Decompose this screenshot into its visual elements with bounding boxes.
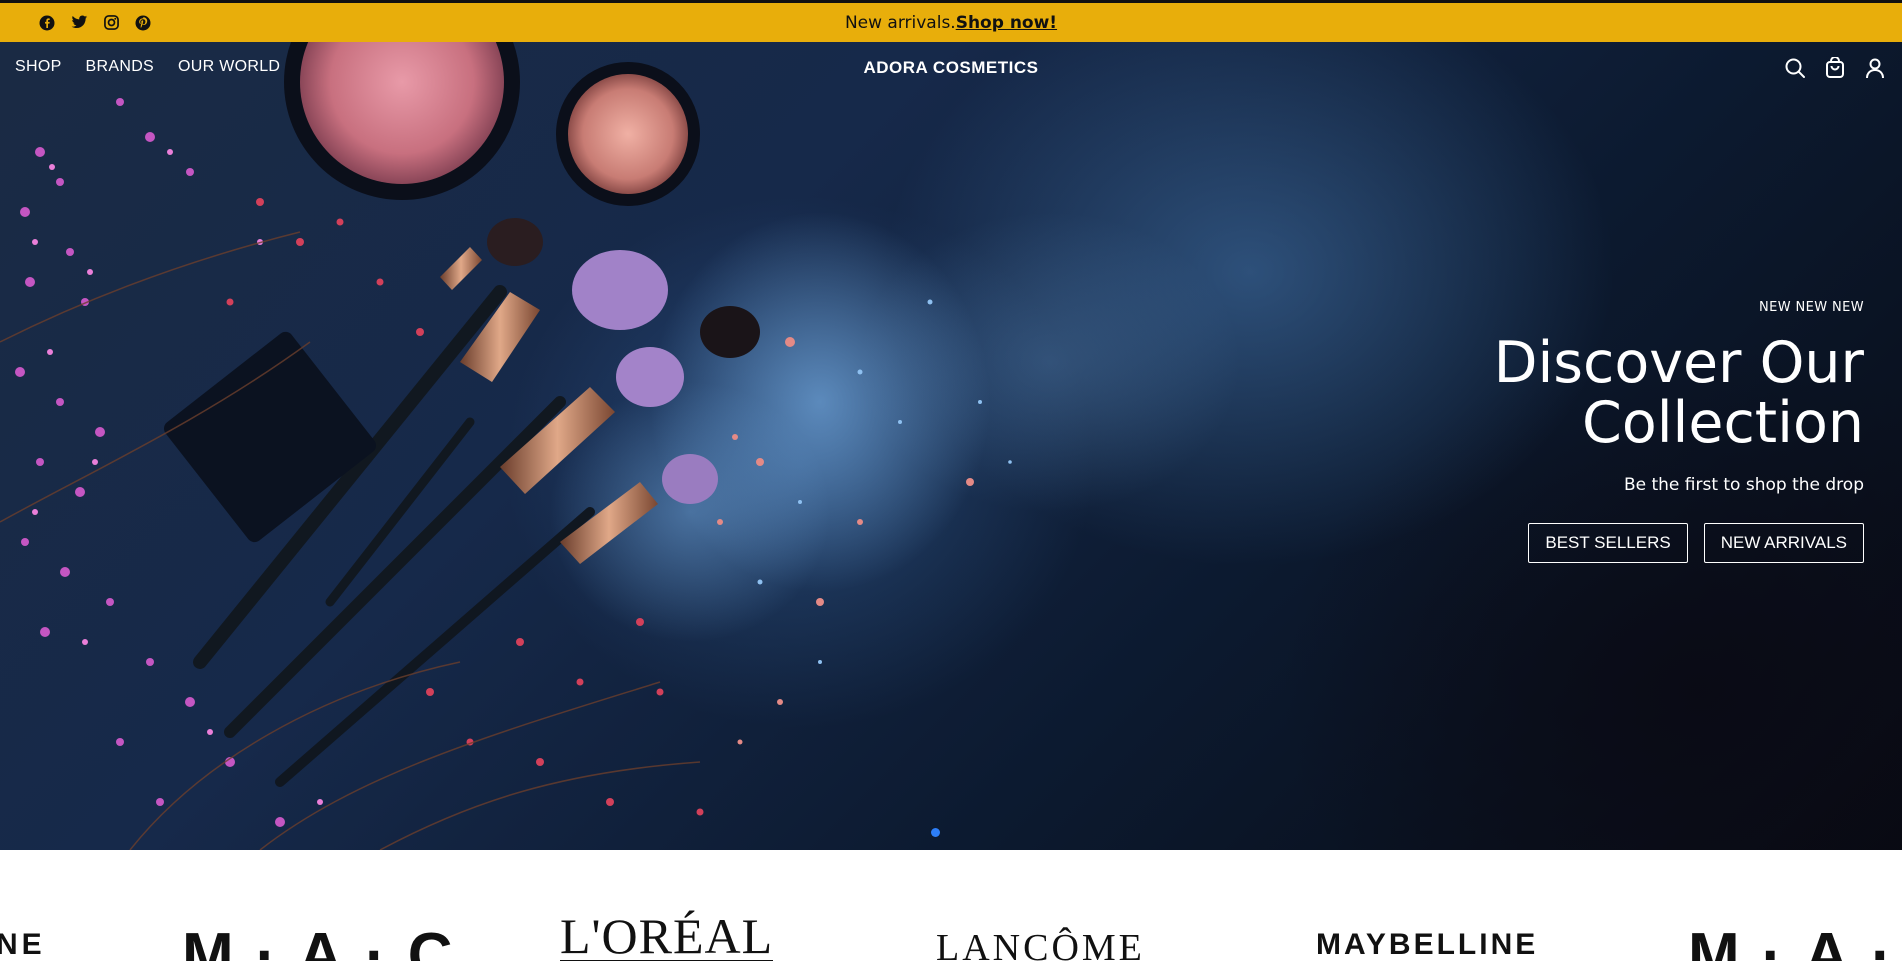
hero-headline: Discover Our Collection bbox=[1493, 330, 1864, 456]
utility-nav bbox=[1784, 57, 1886, 79]
announcement-text: New arrivals. bbox=[844, 12, 956, 33]
site-logo[interactable]: ADORA COSMETICS bbox=[864, 58, 1039, 77]
nav-item-our-world[interactable]: OUR WORLD bbox=[178, 58, 280, 76]
brand-logo-strip: NE M·A·C L'ORÉAL LANCÔME MAYBELLINE M·A·… bbox=[0, 850, 1902, 961]
brand-logo-mac[interactable]: M·A·C bbox=[182, 925, 475, 961]
primary-nav: SHOP BRANDS OUR WORLD bbox=[15, 58, 280, 76]
announcement-message: New arrivals. Shop now! bbox=[845, 13, 1057, 33]
slide-indicator-dot[interactable] bbox=[931, 828, 940, 837]
account-icon[interactable] bbox=[1864, 57, 1886, 79]
hero-cta-group: BEST SELLERS NEW ARRIVALS bbox=[1444, 523, 1864, 563]
instagram-icon[interactable] bbox=[102, 14, 120, 32]
brand-logo-maybelline[interactable]: MAYBELLINE bbox=[1316, 928, 1538, 961]
nav-item-brands[interactable]: BRANDS bbox=[86, 58, 154, 76]
brand-logo-loreal[interactable]: L'ORÉAL bbox=[560, 911, 774, 961]
search-icon[interactable] bbox=[1784, 57, 1806, 79]
hero-subheadline: Be the first to shop the drop bbox=[1623, 475, 1864, 495]
social-links bbox=[38, 3, 152, 42]
hero-copy: NEW NEW NEW Discover Our Collection Be t… bbox=[1444, 300, 1864, 563]
twitter-icon[interactable] bbox=[70, 14, 88, 32]
cart-icon[interactable] bbox=[1824, 57, 1846, 79]
announcement-bar: New arrivals. Shop now! bbox=[0, 0, 1902, 42]
brand-logo-partial[interactable]: NE bbox=[0, 928, 46, 961]
best-sellers-button[interactable]: BEST SELLERS bbox=[1528, 523, 1688, 563]
brand-logo-mac[interactable]: M·A·C bbox=[1688, 925, 1902, 961]
pinterest-icon[interactable] bbox=[134, 14, 152, 32]
brand-logo-lancome[interactable]: LANCÔME bbox=[936, 926, 1145, 961]
facebook-icon[interactable] bbox=[38, 14, 56, 32]
hero-eyebrow: NEW NEW NEW bbox=[1758, 300, 1864, 315]
nav-item-shop[interactable]: SHOP bbox=[15, 58, 62, 76]
new-arrivals-button[interactable]: NEW ARRIVALS bbox=[1703, 523, 1864, 563]
shop-now-link[interactable]: Shop now! bbox=[956, 13, 1057, 33]
